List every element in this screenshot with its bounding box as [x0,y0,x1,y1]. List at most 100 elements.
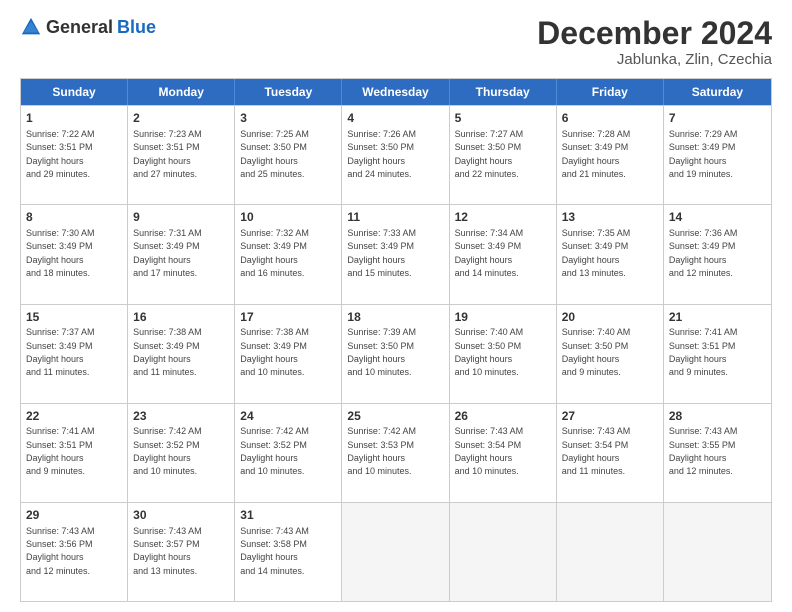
cell-text: Sunrise: 7:28 AMSunset: 3:49 PMDaylight … [562,129,631,179]
logo-icon [20,16,42,38]
cell-text: Sunrise: 7:39 AMSunset: 3:50 PMDaylight … [347,327,416,377]
day-number: 1 [26,110,122,127]
cell-text: Sunrise: 7:33 AMSunset: 3:49 PMDaylight … [347,228,416,278]
day-number: 4 [347,110,443,127]
calendar-cell [557,503,664,601]
day-number: 10 [240,209,336,226]
cell-text: Sunrise: 7:40 AMSunset: 3:50 PMDaylight … [562,327,631,377]
cell-text: Sunrise: 7:38 AMSunset: 3:49 PMDaylight … [133,327,202,377]
calendar-cell: 20 Sunrise: 7:40 AMSunset: 3:50 PMDaylig… [557,305,664,403]
calendar-cell: 28 Sunrise: 7:43 AMSunset: 3:55 PMDaylig… [664,404,771,502]
calendar-cell: 26 Sunrise: 7:43 AMSunset: 3:54 PMDaylig… [450,404,557,502]
cell-text: Sunrise: 7:40 AMSunset: 3:50 PMDaylight … [455,327,524,377]
cell-text: Sunrise: 7:42 AMSunset: 3:52 PMDaylight … [133,426,202,476]
calendar-cell: 4 Sunrise: 7:26 AMSunset: 3:50 PMDayligh… [342,106,449,204]
logo-blue: Blue [117,17,156,38]
calendar-row-5: 29 Sunrise: 7:43 AMSunset: 3:56 PMDaylig… [21,502,771,601]
cell-text: Sunrise: 7:43 AMSunset: 3:54 PMDaylight … [562,426,631,476]
calendar-header: Sunday Monday Tuesday Wednesday Thursday… [21,79,771,105]
day-number: 17 [240,309,336,326]
cell-text: Sunrise: 7:36 AMSunset: 3:49 PMDaylight … [669,228,738,278]
subtitle: Jablunka, Zlin, Czechia [537,51,772,68]
day-number: 16 [133,309,229,326]
calendar-cell: 14 Sunrise: 7:36 AMSunset: 3:49 PMDaylig… [664,205,771,303]
calendar-row-4: 22 Sunrise: 7:41 AMSunset: 3:51 PMDaylig… [21,403,771,502]
cell-text: Sunrise: 7:29 AMSunset: 3:49 PMDaylight … [669,129,738,179]
main-title: December 2024 [537,16,772,51]
calendar-cell: 8 Sunrise: 7:30 AMSunset: 3:49 PMDayligh… [21,205,128,303]
calendar-row-1: 1 Sunrise: 7:22 AMSunset: 3:51 PMDayligh… [21,105,771,204]
cell-text: Sunrise: 7:30 AMSunset: 3:49 PMDaylight … [26,228,95,278]
calendar-cell: 7 Sunrise: 7:29 AMSunset: 3:49 PMDayligh… [664,106,771,204]
calendar-cell: 6 Sunrise: 7:28 AMSunset: 3:49 PMDayligh… [557,106,664,204]
day-number: 14 [669,209,766,226]
day-number: 26 [455,408,551,425]
day-number: 30 [133,507,229,524]
cell-text: Sunrise: 7:43 AMSunset: 3:54 PMDaylight … [455,426,524,476]
calendar-cell: 15 Sunrise: 7:37 AMSunset: 3:49 PMDaylig… [21,305,128,403]
cell-text: Sunrise: 7:41 AMSunset: 3:51 PMDaylight … [26,426,95,476]
title-area: December 2024 Jablunka, Zlin, Czechia [537,16,772,68]
calendar-cell: 18 Sunrise: 7:39 AMSunset: 3:50 PMDaylig… [342,305,449,403]
calendar-cell: 12 Sunrise: 7:34 AMSunset: 3:49 PMDaylig… [450,205,557,303]
day-number: 8 [26,209,122,226]
cell-text: Sunrise: 7:32 AMSunset: 3:49 PMDaylight … [240,228,309,278]
calendar-cell: 3 Sunrise: 7:25 AMSunset: 3:50 PMDayligh… [235,106,342,204]
cell-text: Sunrise: 7:42 AMSunset: 3:53 PMDaylight … [347,426,416,476]
day-number: 6 [562,110,658,127]
calendar-cell [664,503,771,601]
cell-text: Sunrise: 7:41 AMSunset: 3:51 PMDaylight … [669,327,738,377]
cell-text: Sunrise: 7:37 AMSunset: 3:49 PMDaylight … [26,327,95,377]
cell-text: Sunrise: 7:22 AMSunset: 3:51 PMDaylight … [26,129,95,179]
calendar-cell: 16 Sunrise: 7:38 AMSunset: 3:49 PMDaylig… [128,305,235,403]
day-number: 24 [240,408,336,425]
calendar-cell: 22 Sunrise: 7:41 AMSunset: 3:51 PMDaylig… [21,404,128,502]
day-number: 15 [26,309,122,326]
calendar-cell: 19 Sunrise: 7:40 AMSunset: 3:50 PMDaylig… [450,305,557,403]
cell-text: Sunrise: 7:35 AMSunset: 3:49 PMDaylight … [562,228,631,278]
day-number: 12 [455,209,551,226]
cell-text: Sunrise: 7:43 AMSunset: 3:57 PMDaylight … [133,526,202,576]
header-saturday: Saturday [664,79,771,105]
calendar-cell: 13 Sunrise: 7:35 AMSunset: 3:49 PMDaylig… [557,205,664,303]
cell-text: Sunrise: 7:23 AMSunset: 3:51 PMDaylight … [133,129,202,179]
calendar-cell: 23 Sunrise: 7:42 AMSunset: 3:52 PMDaylig… [128,404,235,502]
calendar-cell: 31 Sunrise: 7:43 AMSunset: 3:58 PMDaylig… [235,503,342,601]
header-sunday: Sunday [21,79,128,105]
logo-area: General Blue [20,16,156,38]
calendar-cell: 25 Sunrise: 7:42 AMSunset: 3:53 PMDaylig… [342,404,449,502]
day-number: 11 [347,209,443,226]
day-number: 22 [26,408,122,425]
calendar-cell: 29 Sunrise: 7:43 AMSunset: 3:56 PMDaylig… [21,503,128,601]
day-number: 13 [562,209,658,226]
calendar-body: 1 Sunrise: 7:22 AMSunset: 3:51 PMDayligh… [21,105,771,601]
day-number: 23 [133,408,229,425]
calendar-cell: 11 Sunrise: 7:33 AMSunset: 3:49 PMDaylig… [342,205,449,303]
header-monday: Monday [128,79,235,105]
header-thursday: Thursday [450,79,557,105]
calendar-cell: 21 Sunrise: 7:41 AMSunset: 3:51 PMDaylig… [664,305,771,403]
cell-text: Sunrise: 7:27 AMSunset: 3:50 PMDaylight … [455,129,524,179]
calendar-cell: 10 Sunrise: 7:32 AMSunset: 3:49 PMDaylig… [235,205,342,303]
logo-general: General [46,17,113,38]
calendar-cell: 30 Sunrise: 7:43 AMSunset: 3:57 PMDaylig… [128,503,235,601]
day-number: 7 [669,110,766,127]
cell-text: Sunrise: 7:38 AMSunset: 3:49 PMDaylight … [240,327,309,377]
cell-text: Sunrise: 7:25 AMSunset: 3:50 PMDaylight … [240,129,309,179]
day-number: 29 [26,507,122,524]
header: General Blue December 2024 Jablunka, Zli… [20,16,772,68]
cell-text: Sunrise: 7:43 AMSunset: 3:56 PMDaylight … [26,526,95,576]
calendar-cell: 2 Sunrise: 7:23 AMSunset: 3:51 PMDayligh… [128,106,235,204]
calendar: Sunday Monday Tuesday Wednesday Thursday… [20,78,772,602]
day-number: 27 [562,408,658,425]
day-number: 20 [562,309,658,326]
calendar-cell: 24 Sunrise: 7:42 AMSunset: 3:52 PMDaylig… [235,404,342,502]
day-number: 31 [240,507,336,524]
cell-text: Sunrise: 7:34 AMSunset: 3:49 PMDaylight … [455,228,524,278]
header-tuesday: Tuesday [235,79,342,105]
page: General Blue December 2024 Jablunka, Zli… [0,0,792,612]
header-friday: Friday [557,79,664,105]
day-number: 25 [347,408,443,425]
cell-text: Sunrise: 7:43 AMSunset: 3:55 PMDaylight … [669,426,738,476]
day-number: 28 [669,408,766,425]
